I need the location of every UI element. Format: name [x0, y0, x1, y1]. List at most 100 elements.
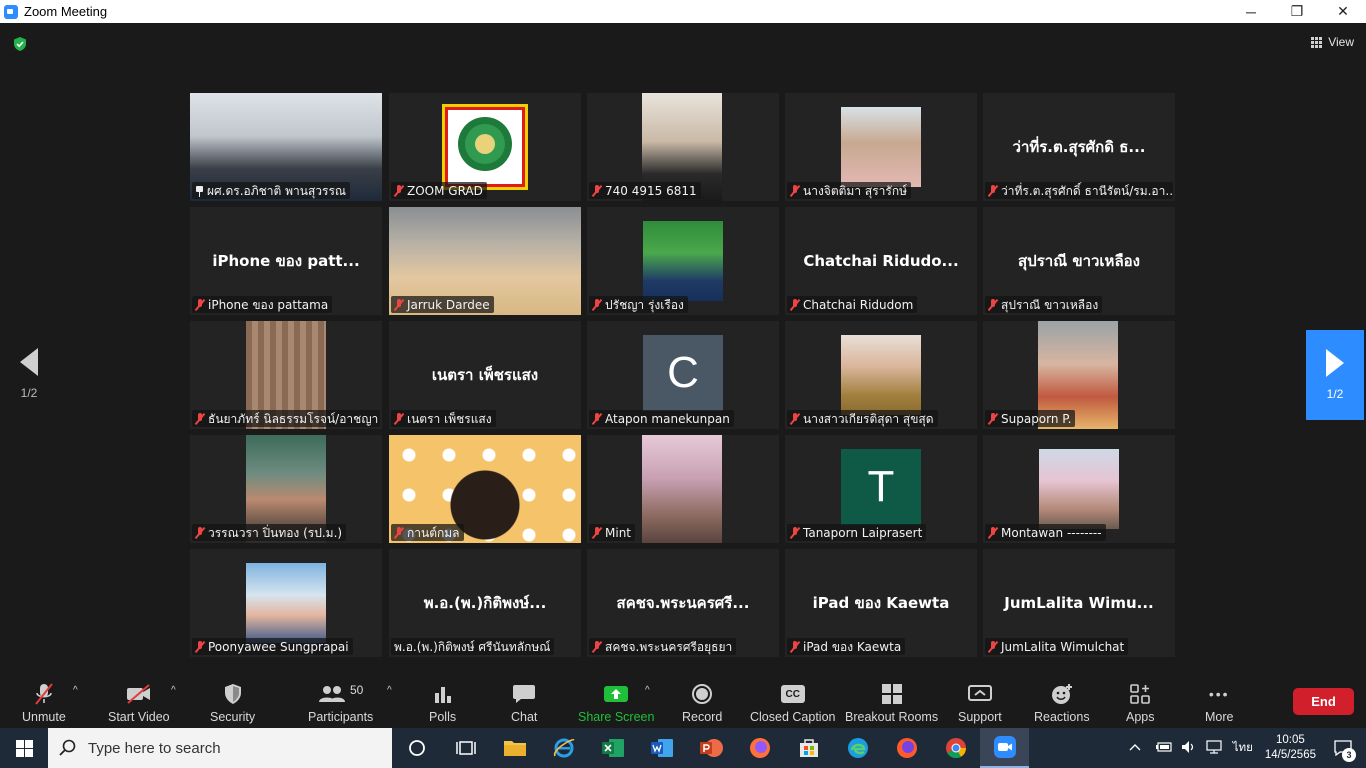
taskbar-zoom[interactable]: [980, 728, 1029, 768]
video-tile[interactable]: พ.อ.(พ.)กิติพงษ์... พ.อ.(พ.)กิติพงษ์ ศรี…: [389, 549, 581, 657]
taskbar-clock[interactable]: 10:05 14/5/2565: [1265, 733, 1316, 763]
record-button[interactable]: Record: [682, 681, 722, 724]
windows-logo-icon: [15, 739, 33, 757]
video-tile[interactable]: 740 4915 6811: [587, 93, 779, 201]
edge-icon: [847, 738, 868, 758]
video-tile[interactable]: นางจิตติมา สุรารักษ์: [785, 93, 977, 201]
next-page-button[interactable]: 1/2: [1306, 330, 1364, 420]
taskbar-firefox-2[interactable]: [882, 728, 931, 768]
taskbar-search-box[interactable]: Type here to search: [48, 728, 392, 768]
participant-name: Jarruk Dardee: [407, 298, 490, 312]
taskbar-word[interactable]: [637, 728, 686, 768]
security-shield-icon[interactable]: [12, 36, 28, 52]
taskbar-powerpoint[interactable]: [686, 728, 735, 768]
cortana-icon: [408, 740, 425, 756]
video-tile[interactable]: Mint: [587, 435, 779, 543]
tray-overflow-chevron-icon[interactable]: [1129, 742, 1141, 754]
video-options-caret[interactable]: ^: [171, 685, 176, 696]
participant-name: Mint: [605, 526, 631, 540]
reactions-button[interactable]: Reactions: [1034, 681, 1090, 724]
video-tile[interactable]: กานต์กมล: [389, 435, 581, 543]
polls-button[interactable]: Polls: [429, 681, 456, 724]
participant-name: ZOOM GRAD: [407, 184, 483, 198]
participant-name: สคชจ.พระนครศรีอยุธยา: [605, 639, 733, 654]
task-view-button[interactable]: [441, 728, 490, 768]
taskbar-excel[interactable]: [588, 728, 637, 768]
participant-name: Montawan --------: [1001, 526, 1102, 540]
breakout-rooms-button[interactable]: Breakout Rooms: [845, 681, 938, 724]
participants-button[interactable]: 50 Participants: [308, 681, 373, 724]
mic-muted-icon: [195, 299, 205, 311]
video-tile[interactable]: สคชจ.พระนครศรี... สคชจ.พระนครศรีอยุธยา: [587, 549, 779, 657]
mic-muted-icon: [394, 413, 404, 425]
start-video-button[interactable]: Start Video: [108, 681, 170, 724]
video-tile[interactable]: Poonyawee Sungprapai: [190, 549, 382, 657]
page-indicator-right: 1/2: [1326, 387, 1344, 401]
participant-name: ว่าที่ร.ต.สุรศักดิ์ ธานีรัตน์/รม.อา...: [1001, 183, 1173, 198]
volume-icon[interactable]: [1181, 740, 1197, 757]
video-tile[interactable]: T Tanaporn Laiprasert: [785, 435, 977, 543]
video-tile[interactable]: Chatchai Ridudo... Chatchai Ridudom: [785, 207, 977, 315]
share-screen-button[interactable]: Share Screen: [578, 681, 654, 724]
video-tile[interactable]: Supaporn P.: [983, 321, 1175, 429]
network-icon[interactable]: [1205, 739, 1223, 757]
search-placeholder: Type here to search: [88, 739, 221, 757]
window-titlebar: Zoom Meeting ─ ❐ ✕: [0, 0, 1366, 23]
close-button[interactable]: ✕: [1320, 0, 1366, 23]
closed-caption-button[interactable]: CC Closed Caption: [750, 681, 835, 724]
video-tile[interactable]: C Atapon manekunpan: [587, 321, 779, 429]
mic-muted-icon: [988, 641, 998, 653]
video-tile[interactable]: วรรณวรา ปิ่นทอง (รป.ม.): [190, 435, 382, 543]
taskbar-edge[interactable]: [833, 728, 882, 768]
video-tile[interactable]: iPhone ของ patt... iPhone ของ pattama: [190, 207, 382, 315]
unmute-button[interactable]: Unmute: [22, 681, 66, 724]
battery-icon[interactable]: [1155, 741, 1173, 756]
share-options-caret[interactable]: ^: [645, 685, 650, 696]
video-tile[interactable]: เนตรา เพ็ชรแสง เนตรา เพ็ชรแสง: [389, 321, 581, 429]
video-tile[interactable]: iPad ของ Kaewta iPad ของ Kaewta: [785, 549, 977, 657]
video-tile[interactable]: ZOOM GRAD: [389, 93, 581, 201]
arrow-left-icon: [20, 348, 38, 376]
minimize-button[interactable]: ─: [1228, 0, 1274, 23]
start-button[interactable]: [0, 728, 48, 768]
security-button[interactable]: Security: [210, 681, 255, 724]
mic-muted-icon: [195, 413, 205, 425]
share-screen-icon: [604, 686, 629, 702]
taskbar-chrome[interactable]: [931, 728, 980, 768]
view-label: View: [1328, 35, 1354, 49]
record-icon: [692, 684, 713, 704]
taskbar-internet-explorer[interactable]: [539, 728, 588, 768]
apps-button[interactable]: Apps: [1126, 681, 1155, 724]
previous-page-button[interactable]: 1/2: [0, 329, 58, 419]
video-tile[interactable]: ผศ.ดร.อภิชาติ พานสุวรรณ: [190, 93, 382, 201]
mic-muted-icon: [790, 299, 800, 311]
video-tile[interactable]: ว่าที่ร.ต.สุรศักดิ ธ... ว่าที่ร.ต.สุรศัก…: [983, 93, 1175, 201]
maximize-button[interactable]: ❐: [1274, 0, 1320, 23]
video-tile[interactable]: สุปราณี ขาวเหลือง สุปราณี ขาวเหลือง: [983, 207, 1175, 315]
video-tile[interactable]: Montawan --------: [983, 435, 1175, 543]
notification-center-button[interactable]: 3: [1328, 728, 1358, 768]
end-meeting-button[interactable]: End: [1293, 688, 1354, 715]
view-button[interactable]: View: [1311, 35, 1354, 49]
video-tile[interactable]: ปรัชญา รุ่งเรือง: [587, 207, 779, 315]
video-tile[interactable]: ธันยาภัทร์ นิลธรรมโรจน์/อาชญา: [190, 321, 382, 429]
video-tile[interactable]: Jarruk Dardee: [389, 207, 581, 315]
taskbar-file-explorer[interactable]: [490, 728, 539, 768]
chat-button[interactable]: Chat: [511, 681, 537, 724]
participants-options-caret[interactable]: ^: [387, 685, 392, 696]
meeting-toolbar: Unmute ^ Start Video ^ Security 50 Parti…: [0, 677, 1366, 728]
support-button[interactable]: Support: [958, 681, 1002, 724]
taskbar-firefox[interactable]: [735, 728, 784, 768]
taskbar-store[interactable]: [784, 728, 833, 768]
input-language[interactable]: ไทย: [1233, 739, 1253, 757]
mic-muted-icon: [394, 299, 404, 311]
video-tile[interactable]: นางสาวเกียรติสุดา สุขสุด: [785, 321, 977, 429]
more-button[interactable]: ••• More: [1205, 681, 1233, 724]
participants-icon: [318, 686, 345, 702]
more-icon: •••: [1208, 686, 1230, 702]
video-tile[interactable]: JumLalita Wimu... JumLalita Wimulchat: [983, 549, 1175, 657]
reactions-icon: [1051, 684, 1072, 704]
folder-icon: [503, 741, 526, 756]
audio-options-caret[interactable]: ^: [73, 685, 78, 696]
cortana-button[interactable]: [392, 728, 441, 768]
